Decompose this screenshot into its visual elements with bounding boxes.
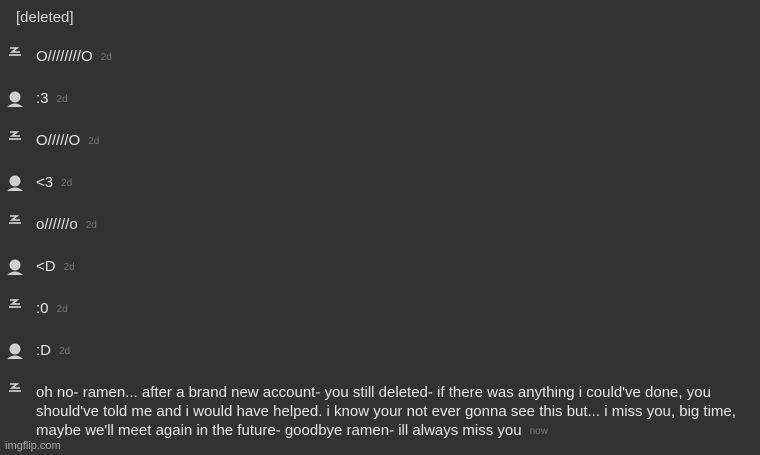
person-icon — [7, 91, 23, 107]
glitch-icon — [9, 383, 21, 392]
message-text: :0 — [36, 300, 49, 317]
person-icon — [7, 175, 23, 191]
person-icon — [7, 343, 23, 359]
message-text: <3 — [36, 174, 54, 191]
watermark: imgflip.com — [5, 440, 61, 452]
message-row: o//////o 2d — [0, 212, 760, 254]
message-row: :3 2d — [0, 86, 760, 128]
message-row: oh no- ramen... after a brand new accoun… — [0, 380, 760, 452]
message-timestamp: 2d — [63, 262, 75, 273]
message-timestamp: 2d — [56, 94, 68, 105]
message-timestamp: now — [529, 426, 548, 437]
message-timestamp: 2d — [85, 220, 97, 231]
message-row: O/////O 2d — [0, 128, 760, 170]
message-timestamp: 2d — [61, 178, 73, 189]
glitch-icon — [9, 215, 21, 224]
message-timestamp: 2d — [88, 136, 100, 147]
message-row: O////////O 2d — [0, 44, 760, 86]
message-text: :D — [36, 342, 51, 359]
message-text: oh no- ramen... after a brand new accoun… — [36, 384, 736, 439]
message-timestamp: 2d — [59, 346, 71, 357]
chat-title: [deleted] — [16, 9, 74, 26]
message-row: :D 2d — [0, 338, 760, 380]
message-timestamp: 2d — [100, 52, 112, 63]
message-text: <D — [36, 258, 56, 275]
glitch-icon — [9, 299, 21, 308]
glitch-icon — [9, 131, 21, 140]
message-text: O/////O — [36, 132, 81, 149]
person-icon — [7, 259, 23, 275]
glitch-icon — [9, 47, 21, 56]
message-text: O////////O — [36, 48, 93, 65]
message-row: :0 2d — [0, 296, 760, 338]
message-row: <D 2d — [0, 254, 760, 296]
message-timestamp: 2d — [56, 304, 68, 315]
message-text: o//////o — [36, 216, 78, 233]
message-text: :3 — [36, 90, 49, 107]
message-row: <3 2d — [0, 170, 760, 212]
message-list: O////////O 2d :3 2d O/////O 2d <3 2d o//… — [0, 44, 760, 452]
